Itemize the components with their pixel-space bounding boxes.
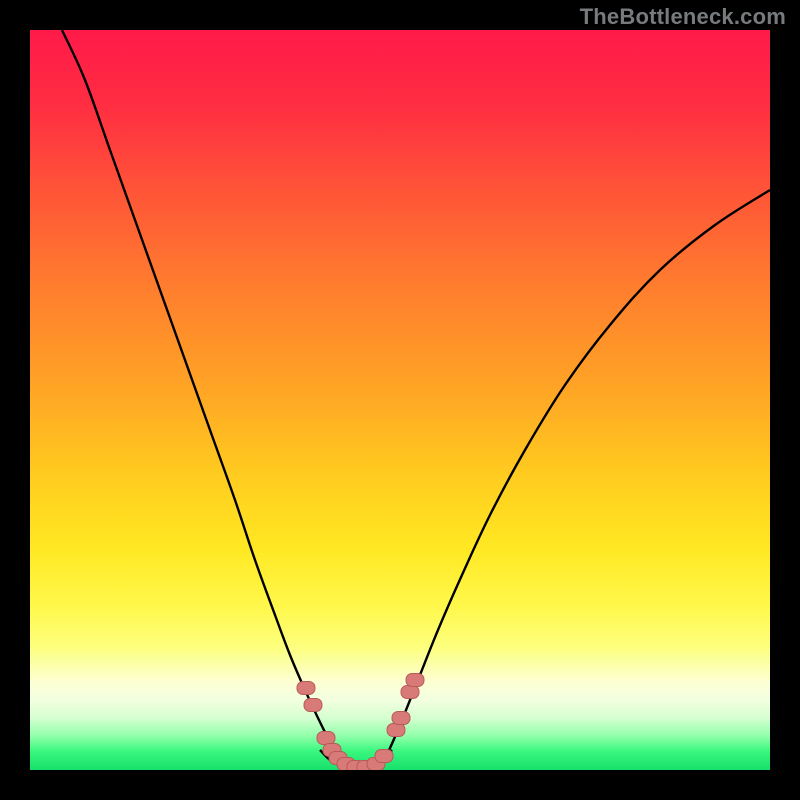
- chart-frame: TheBottleneck.com: [0, 0, 800, 800]
- curve-marker: [387, 724, 405, 737]
- left-curve: [62, 30, 342, 762]
- curve-marker: [304, 699, 322, 712]
- curve-marker: [392, 712, 410, 725]
- curve-marker: [401, 686, 419, 699]
- plot-area: [30, 30, 770, 770]
- curve-marker: [317, 732, 335, 745]
- curve-markers: [297, 674, 424, 771]
- watermark-text: TheBottleneck.com: [580, 4, 786, 30]
- curve-marker: [406, 674, 424, 687]
- curve-layer: [30, 30, 770, 770]
- curve-marker: [297, 682, 315, 695]
- right-curve: [382, 190, 770, 762]
- curve-marker: [375, 750, 393, 763]
